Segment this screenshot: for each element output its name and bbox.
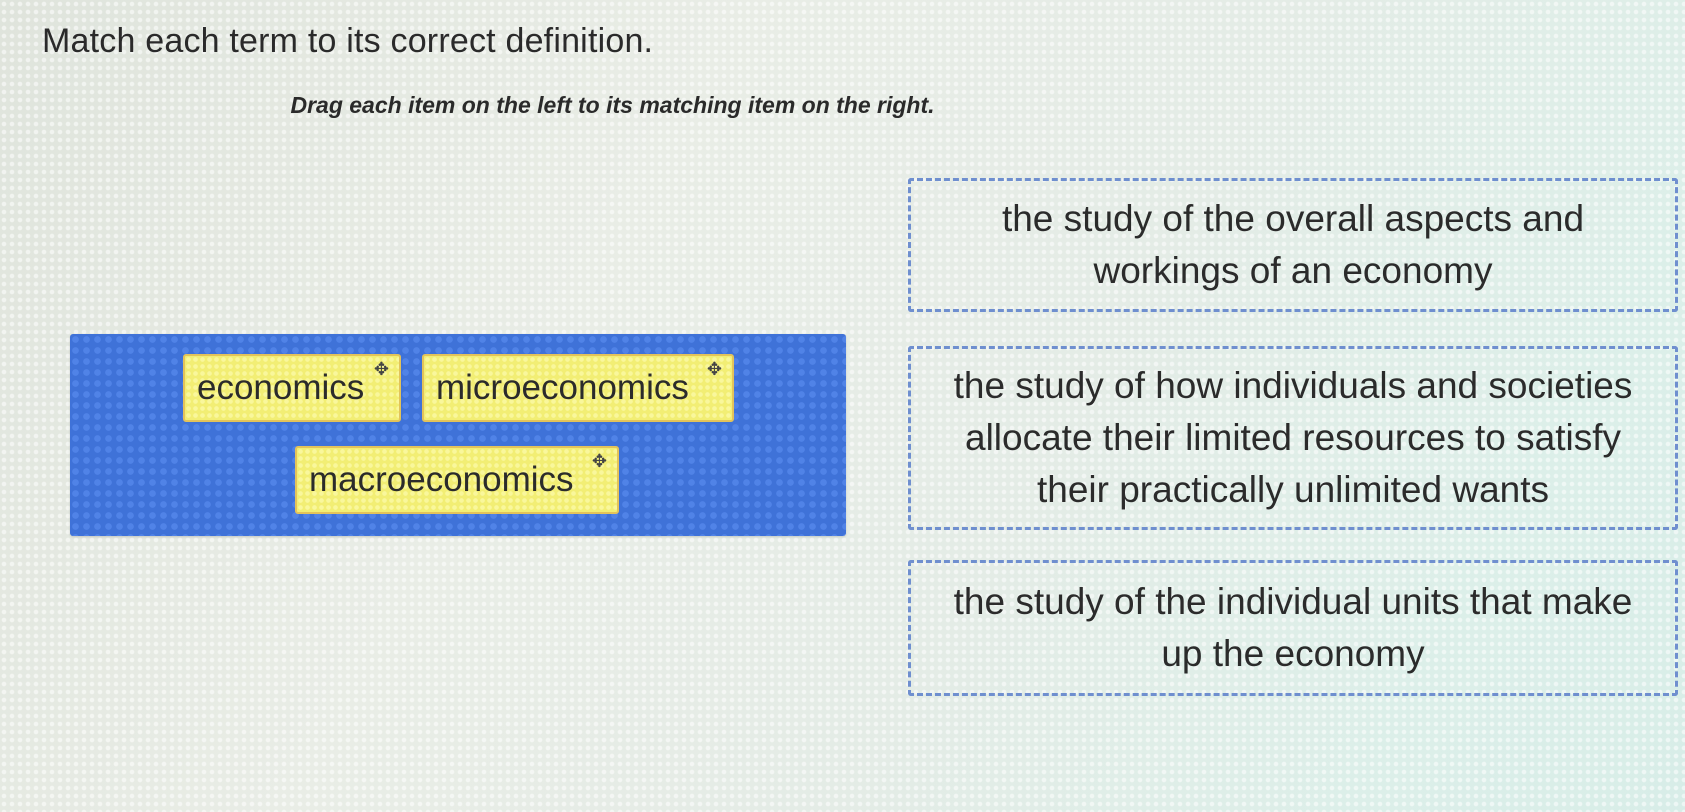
question-prompt: Match each term to its correct definitio… [42,22,654,60]
term-label: macroeconomics [309,460,574,499]
term-chip-economics[interactable]: economics ✥ [183,354,401,422]
drag-instruction: Drag each item on the left to its matchi… [290,92,935,118]
term-chip-microeconomics[interactable]: microeconomics ✥ [422,354,734,422]
definition-drop-target-2[interactable]: the study of how individuals and societi… [908,346,1678,530]
definition-text: the study of the individual units that m… [953,581,1633,674]
term-label: economics [197,368,365,407]
move-icon: ✥ [373,359,389,379]
definition-drop-target-1[interactable]: the study of the overall aspects and wor… [908,178,1678,312]
definition-text: the study of the overall aspects and wor… [1001,198,1585,291]
move-icon: ✥ [706,359,722,379]
move-icon: ✥ [591,451,607,471]
term-chip-macroeconomics[interactable]: macroeconomics ✥ [295,446,619,514]
definition-drop-target-3[interactable]: the study of the individual units that m… [908,560,1678,696]
definition-text: the study of how individuals and societi… [953,365,1633,510]
term-label: microeconomics [436,368,689,407]
